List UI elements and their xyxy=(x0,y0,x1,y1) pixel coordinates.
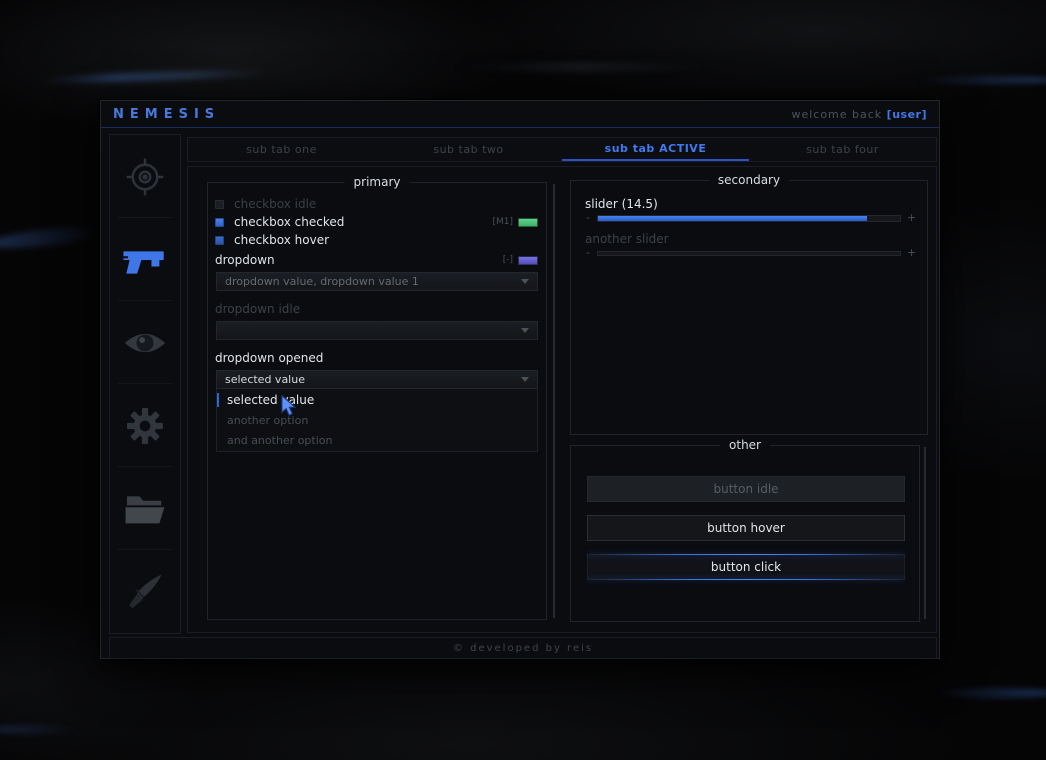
slider-fill xyxy=(598,215,867,221)
dropdown-option[interactable]: and another option xyxy=(217,430,537,450)
app-title: NEMESIS xyxy=(113,106,221,122)
slider-decrement[interactable]: - xyxy=(585,212,591,223)
sidebar-item-visuals[interactable] xyxy=(110,301,180,384)
checkbox-label: checkbox hover xyxy=(234,233,330,247)
titlebar: NEMESIS welcome back [user] xyxy=(101,101,939,128)
group-secondary: secondary slider (14.5) - + another slid… xyxy=(570,173,928,435)
sidebar-item-weapons[interactable] xyxy=(110,218,180,301)
content-panel: primary checkbox idle checkbox checked [… xyxy=(187,166,937,633)
slider-decrement[interactable]: - xyxy=(585,247,591,258)
blue-streak-decoration xyxy=(934,688,1046,698)
checkbox-label: checkbox idle xyxy=(234,197,317,211)
welcome-text: welcome back [user] xyxy=(791,108,927,121)
folder-icon xyxy=(123,491,167,527)
color-swatch-green[interactable] xyxy=(518,217,538,227)
dropdown-value: dropdown value, dropdown value 1 xyxy=(225,275,419,288)
sidebar xyxy=(109,134,181,634)
blue-streak-decoration xyxy=(39,67,271,86)
slider-label: another slider xyxy=(585,232,669,246)
checkbox-box[interactable] xyxy=(215,199,224,209)
color-swatch-purple[interactable] xyxy=(518,255,538,265)
group-primary: primary checkbox idle checkbox checked [… xyxy=(207,175,547,620)
keybind-label[interactable]: [M1] xyxy=(492,217,513,227)
sidebar-item-configs[interactable] xyxy=(110,467,180,550)
tab-sub-tab-four[interactable]: sub tab four xyxy=(749,138,936,161)
sidebar-item-aim[interactable] xyxy=(110,135,180,218)
sub-tab-bar: sub tab one sub tab two sub tab ACTIVE s… xyxy=(187,137,937,162)
slider[interactable] xyxy=(597,250,901,256)
slider[interactable] xyxy=(597,214,901,222)
keybind-wrap: [M1] xyxy=(492,217,538,227)
slider-increment[interactable]: + xyxy=(907,247,916,258)
checkbox-idle-row[interactable]: checkbox idle xyxy=(208,195,546,213)
blue-streak-decoration xyxy=(916,76,1046,84)
scrollbar[interactable] xyxy=(924,447,926,619)
keybind-label[interactable]: [-] xyxy=(503,255,513,265)
pistol-icon xyxy=(122,242,168,278)
dropdown-label: dropdown xyxy=(215,253,275,267)
chevron-down-icon xyxy=(521,377,529,382)
footer-credit: © developed by reis xyxy=(452,642,594,654)
chevron-down-icon xyxy=(521,279,529,284)
cheat-menu-window: NEMESIS welcome back [user] sub tab one … xyxy=(100,100,940,659)
slider-row: - + xyxy=(585,212,916,224)
dropdown-option[interactable]: another option xyxy=(217,410,537,430)
blue-streak-decoration xyxy=(0,224,99,252)
welcome-username: [user] xyxy=(886,107,927,121)
group-other: other button idle button hover button cl… xyxy=(570,438,920,622)
slider-increment[interactable]: + xyxy=(907,212,916,223)
dropdown-idle-select[interactable] xyxy=(216,321,538,340)
dropdown-value: selected value xyxy=(225,373,305,386)
welcome-prefix: welcome back xyxy=(791,107,883,121)
dropdown-options-list: selected value another option and anothe… xyxy=(216,389,538,452)
chevron-down-icon xyxy=(521,328,529,333)
keybind-wrap: [-] xyxy=(503,255,538,265)
checkbox-box[interactable] xyxy=(215,217,224,227)
dropdown-idle-label: dropdown idle xyxy=(215,302,301,316)
button-click[interactable]: button click xyxy=(587,554,905,580)
button-idle[interactable]: button idle xyxy=(587,476,905,502)
group-secondary-title: secondary xyxy=(708,173,790,187)
gray-streak-decoration xyxy=(450,64,710,70)
sidebar-item-settings[interactable] xyxy=(110,384,180,467)
checkbox-box[interactable] xyxy=(215,235,224,245)
gear-icon xyxy=(123,404,167,448)
slider-label: slider (14.5) xyxy=(585,197,658,211)
group-other-title: other xyxy=(720,438,770,452)
group-primary-title: primary xyxy=(344,175,410,189)
tab-sub-tab-two[interactable]: sub tab two xyxy=(375,138,562,161)
footer: © developed by reis xyxy=(109,637,937,659)
knife-icon xyxy=(124,571,166,613)
dropdown-option-selected[interactable]: selected value xyxy=(217,390,537,410)
dropdown-label-row: dropdown [-] xyxy=(208,251,546,269)
eye-icon xyxy=(123,327,167,359)
slider-row: - + xyxy=(585,247,916,259)
tab-sub-tab-one[interactable]: sub tab one xyxy=(188,138,375,161)
scrollbar[interactable] xyxy=(553,184,555,618)
blue-streak-decoration xyxy=(0,725,80,734)
tab-sub-tab-active[interactable]: sub tab ACTIVE xyxy=(562,138,749,161)
crosshair-icon xyxy=(124,156,166,198)
checkbox-checked-row[interactable]: checkbox checked [M1] xyxy=(208,213,546,231)
checkbox-hover-row[interactable]: checkbox hover xyxy=(208,231,546,249)
sidebar-item-misc[interactable] xyxy=(110,550,180,633)
dropdown-opened-select[interactable]: selected value xyxy=(216,370,538,389)
checkbox-label: checkbox checked xyxy=(234,215,345,229)
button-hover[interactable]: button hover xyxy=(587,515,905,541)
dropdown-opened-label: dropdown opened xyxy=(215,351,324,365)
dropdown-multi-select[interactable]: dropdown value, dropdown value 1 xyxy=(216,272,538,291)
